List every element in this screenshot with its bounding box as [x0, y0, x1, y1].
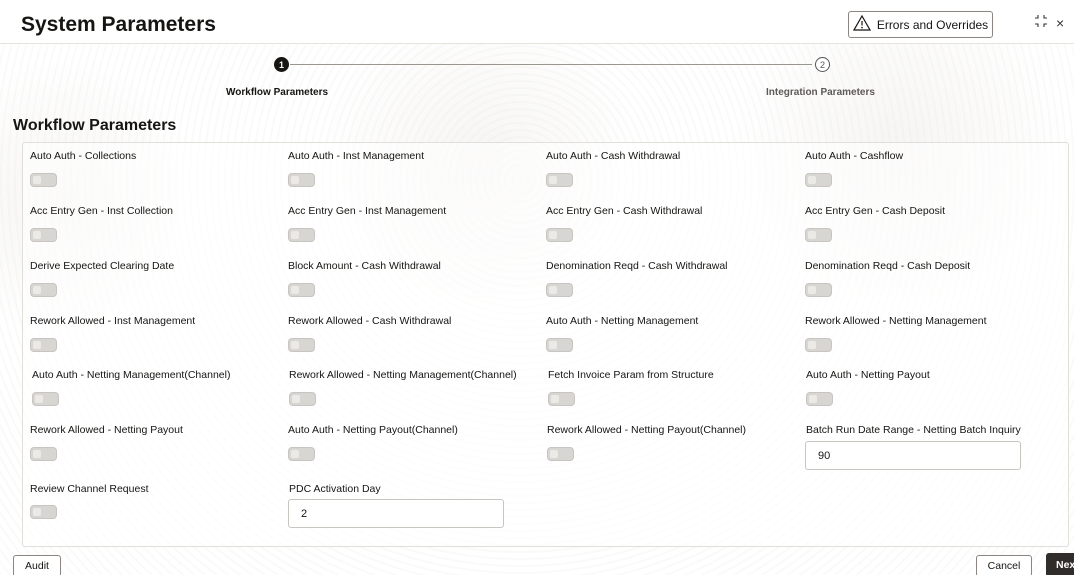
field-auto-auth-cash-withdrawal: Auto Auth - Cash Withdrawal: [546, 150, 680, 162]
stepper-line: [290, 64, 812, 65]
field-label: Auto Auth - Inst Management: [288, 150, 424, 162]
toggle-rework-allowed-netting-payout[interactable]: [30, 447, 57, 461]
field-acc-entry-gen-cash-withdrawal: Acc Entry Gen - Cash Withdrawal: [546, 205, 702, 217]
window-controls: ×: [1034, 14, 1064, 31]
section-title: Workflow Parameters: [13, 117, 177, 134]
field-label: Auto Auth - Collections: [30, 150, 137, 162]
toggle-review-channel-request[interactable]: [30, 505, 57, 519]
toggle-rework-allowed-cash-withdrawal[interactable]: [288, 338, 315, 352]
field-label: Batch Run Date Range - Netting Batch Inq…: [806, 424, 1021, 436]
field-auto-auth-netting-payout-channel: Auto Auth - Netting Payout(Channel): [288, 424, 458, 436]
field-label: Acc Entry Gen - Inst Management: [288, 205, 447, 217]
pdc-activation-day-input[interactable]: 2: [288, 499, 504, 528]
close-icon[interactable]: ×: [1056, 15, 1064, 31]
toggle-rework-allowed-inst-management[interactable]: [30, 338, 57, 352]
field-label: Rework Allowed - Netting Management(Chan…: [289, 369, 517, 381]
field-auto-auth-cashflow: Auto Auth - Cashflow: [805, 150, 903, 162]
field-label: Acc Entry Gen - Inst Collection: [30, 205, 173, 217]
field-label: Denomination Reqd - Cash Deposit: [805, 260, 971, 272]
field-denomination-reqd-cash-withdrawal: Denomination Reqd - Cash Withdrawal: [546, 260, 728, 272]
toggle-auto-auth-netting-payout-channel[interactable]: [288, 447, 315, 461]
next-button[interactable]: Next: [1046, 553, 1074, 575]
field-batch-run-date-range: Batch Run Date Range - Netting Batch Inq…: [806, 424, 1021, 436]
step-1-label[interactable]: Workflow Parameters: [226, 87, 328, 98]
field-acc-entry-gen-cash-deposit: Acc Entry Gen - Cash Deposit: [805, 205, 945, 217]
field-rework-allowed-netting-management: Rework Allowed - Netting Management: [805, 315, 987, 327]
toggle-derive-expected-clearing-date[interactable]: [30, 283, 57, 297]
batch-run-date-range-input[interactable]: 90: [805, 441, 1021, 470]
toggle-acc-entry-gen-cash-deposit[interactable]: [805, 228, 832, 242]
field-derive-expected-clearing-date: Derive Expected Clearing Date: [30, 260, 174, 272]
audit-button[interactable]: Audit: [13, 555, 61, 575]
field-auto-auth-collections: Auto Auth - Collections: [30, 150, 136, 162]
field-label: Block Amount - Cash Withdrawal: [288, 260, 441, 272]
field-acc-entry-gen-inst-collection: Acc Entry Gen - Inst Collection: [30, 205, 173, 217]
step-2-label[interactable]: Integration Parameters: [766, 87, 875, 98]
toggle-acc-entry-gen-cash-withdrawal[interactable]: [546, 228, 573, 242]
field-label: Auto Auth - Netting Payout(Channel): [288, 424, 458, 436]
field-auto-auth-netting-payout: Auto Auth - Netting Payout: [806, 369, 930, 381]
field-label: Acc Entry Gen - Cash Withdrawal: [546, 205, 703, 217]
footer-bar: Audit Cancel Next: [0, 552, 1074, 575]
toggle-fetch-invoice-param-from-structure[interactable]: [548, 392, 575, 406]
errors-and-overrides-button[interactable]: Errors and Overrides: [848, 11, 993, 38]
field-review-channel-request: Review Channel Request: [30, 483, 148, 495]
toggle-rework-allowed-netting-payout-channel[interactable]: [547, 447, 574, 461]
toggle-auto-auth-cash-withdrawal[interactable]: [546, 173, 573, 187]
errors-and-overrides-label: Errors and Overrides: [876, 17, 989, 32]
field-label: Rework Allowed - Netting Management: [805, 315, 987, 327]
workflow-parameters-panel: Auto Auth - Collections Auto Auth - Inst…: [22, 142, 1069, 547]
field-auto-auth-inst-management: Auto Auth - Inst Management: [288, 150, 424, 162]
field-label: Review Channel Request: [30, 483, 149, 495]
toggle-auto-auth-netting-payout[interactable]: [806, 392, 833, 406]
toggle-auto-auth-collections[interactable]: [30, 173, 57, 187]
field-label: PDC Activation Day: [289, 483, 381, 495]
toggle-block-amount-cash-withdrawal[interactable]: [288, 283, 315, 297]
cancel-button[interactable]: Cancel: [976, 555, 1032, 575]
toggle-rework-allowed-netting-management[interactable]: [805, 338, 832, 352]
field-auto-auth-netting-management: Auto Auth - Netting Management: [546, 315, 698, 327]
page-title: System Parameters: [21, 13, 216, 36]
toggle-auto-auth-netting-management-channel[interactable]: [32, 392, 59, 406]
toggle-acc-entry-gen-inst-collection[interactable]: [30, 228, 57, 242]
step-2-indicator[interactable]: 2: [815, 57, 830, 72]
page-header: System Parameters Errors and Overrides ×: [0, 0, 1074, 44]
field-label: Rework Allowed - Netting Payout: [30, 424, 183, 436]
field-auto-auth-netting-management-channel: Auto Auth - Netting Management(Channel): [32, 369, 230, 381]
field-label: Auto Auth - Cashflow: [805, 150, 904, 162]
step-1-indicator[interactable]: 1: [274, 57, 289, 72]
field-denomination-reqd-cash-deposit: Denomination Reqd - Cash Deposit: [805, 260, 970, 272]
field-pdc-activation-day: PDC Activation Day: [289, 483, 381, 495]
toggle-rework-allowed-netting-management-channel[interactable]: [289, 392, 316, 406]
field-acc-entry-gen-inst-management: Acc Entry Gen - Inst Management: [288, 205, 446, 217]
toggle-auto-auth-cashflow[interactable]: [805, 173, 832, 187]
field-label: Auto Auth - Netting Management(Channel): [32, 369, 231, 381]
wizard-stepper: 1 2 Workflow Parameters Integration Para…: [0, 52, 1074, 102]
field-rework-allowed-inst-management: Rework Allowed - Inst Management: [30, 315, 195, 327]
field-label: Rework Allowed - Cash Withdrawal: [288, 315, 452, 327]
toggle-denomination-reqd-cash-withdrawal[interactable]: [546, 283, 573, 297]
field-rework-allowed-cash-withdrawal: Rework Allowed - Cash Withdrawal: [288, 315, 451, 327]
warning-triangle-icon: [852, 14, 871, 34]
field-label: Auto Auth - Netting Payout: [806, 369, 930, 381]
field-rework-allowed-netting-payout-channel: Rework Allowed - Netting Payout(Channel): [547, 424, 746, 436]
toggle-acc-entry-gen-inst-management[interactable]: [288, 228, 315, 242]
field-label: Derive Expected Clearing Date: [30, 260, 175, 272]
field-label: Rework Allowed - Netting Payout(Channel): [547, 424, 747, 436]
field-label: Rework Allowed - Inst Management: [30, 315, 196, 327]
field-label: Fetch Invoice Param from Structure: [548, 369, 714, 381]
field-block-amount-cash-withdrawal: Block Amount - Cash Withdrawal: [288, 260, 441, 272]
field-rework-allowed-netting-management-channel: Rework Allowed - Netting Management(Chan…: [289, 369, 517, 381]
field-label: Auto Auth - Netting Management: [546, 315, 699, 327]
field-rework-allowed-netting-payout: Rework Allowed - Netting Payout: [30, 424, 183, 436]
field-label: Denomination Reqd - Cash Withdrawal: [546, 260, 728, 272]
field-fetch-invoice-param-from-structure: Fetch Invoice Param from Structure: [548, 369, 714, 381]
field-label: Auto Auth - Cash Withdrawal: [546, 150, 681, 162]
toggle-auto-auth-netting-management[interactable]: [546, 338, 573, 352]
toggle-denomination-reqd-cash-deposit[interactable]: [805, 283, 832, 297]
toggle-auto-auth-inst-management[interactable]: [288, 173, 315, 187]
collapse-icon[interactable]: [1034, 14, 1048, 31]
field-label: Acc Entry Gen - Cash Deposit: [805, 205, 946, 217]
